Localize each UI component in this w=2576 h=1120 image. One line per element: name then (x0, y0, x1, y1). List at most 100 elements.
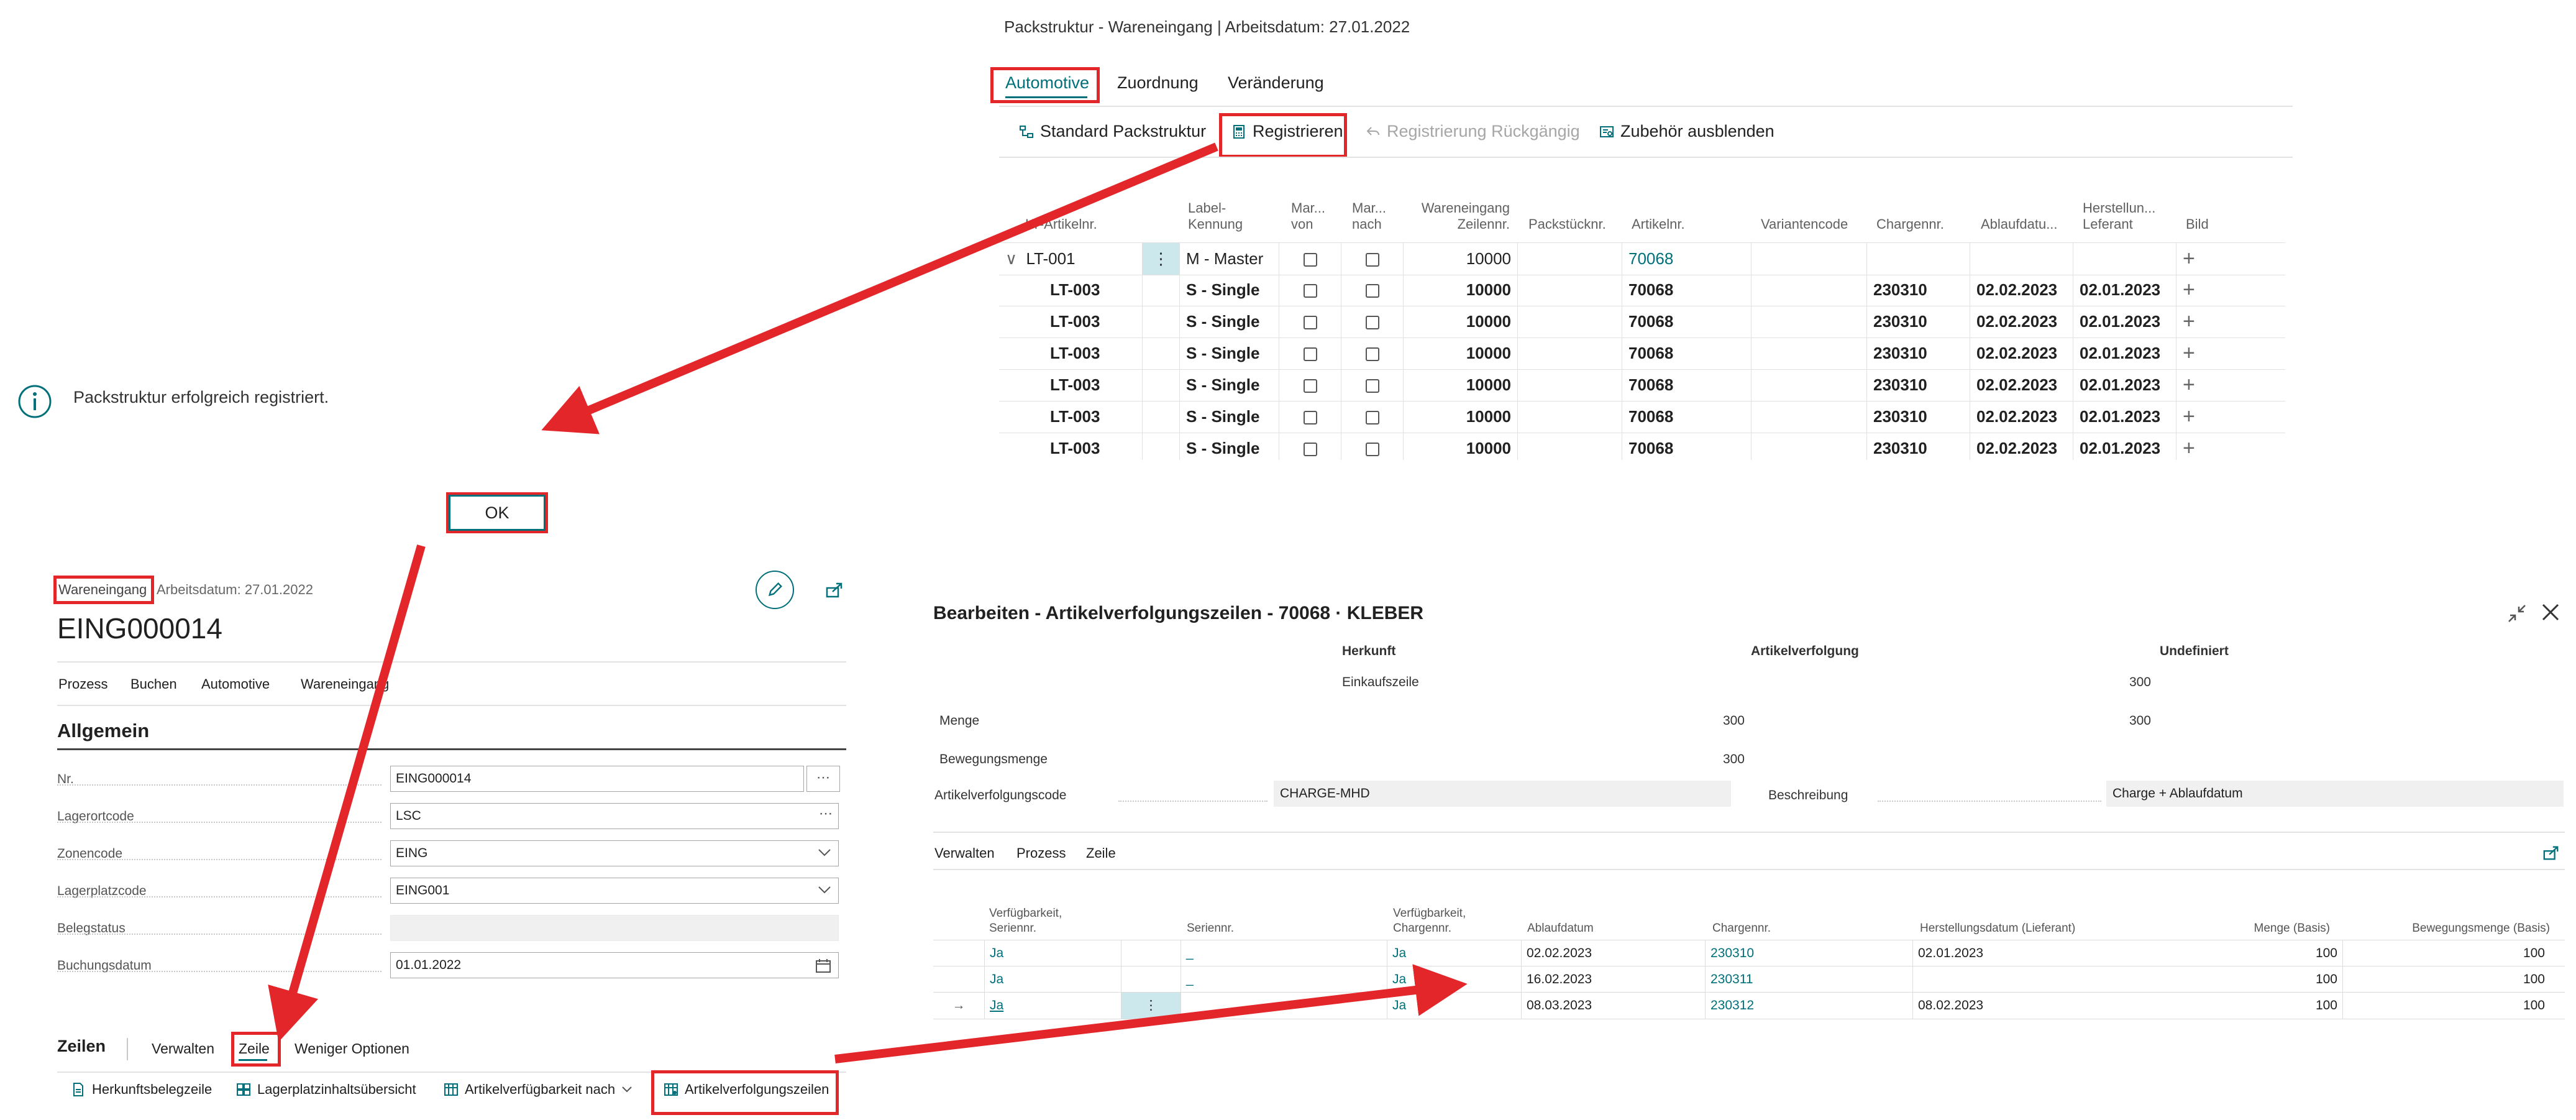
mark-from-checkbox[interactable] (1303, 253, 1317, 267)
lot-no-link[interactable]: 230311 (1705, 966, 1912, 993)
mfg-date[interactable]: 02.01.2023 (2073, 433, 2176, 460)
collapse-icon[interactable] (2506, 603, 2528, 624)
move-qty-base[interactable]: 100 (2342, 993, 2550, 1019)
lot-no[interactable]: 230310 (1866, 337, 1970, 369)
package-no[interactable] (1517, 369, 1622, 401)
package-no[interactable] (1517, 401, 1622, 433)
col-header-image[interactable]: Bild (2186, 216, 2209, 232)
receipt-line-no[interactable]: 10000 (1403, 243, 1517, 275)
lot-no[interactable]: 230310 (1866, 274, 1970, 306)
col-header-move-qty-base[interactable]: Bewegungsmenge (Basis) (2342, 921, 2550, 936)
lot-no[interactable]: 230310 (1866, 433, 1970, 460)
close-icon[interactable] (2540, 602, 2561, 623)
variant-code[interactable] (1751, 306, 1866, 337)
label-code[interactable]: S - Single (1179, 369, 1279, 401)
expiry-date[interactable]: 02.02.2023 (1970, 306, 2073, 337)
mark-to-checkbox[interactable] (1365, 443, 1379, 457)
add-image-icon[interactable]: + (2183, 341, 2195, 365)
col-header-package[interactable]: Packstücknr. (1528, 216, 1606, 232)
mfg-date[interactable]: 02.01.2023 (2073, 369, 2176, 401)
lot-no[interactable]: 230310 (1866, 306, 1970, 337)
expiry-date[interactable]: 02.02.2023 (1521, 940, 1705, 966)
table-row[interactable]: LT-003 S - Single 10000 70068 230310 02.02.20… (999, 306, 2285, 338)
hide-accessories-button[interactable]: Zubehör ausblenden (1599, 122, 1774, 141)
qty-base[interactable]: 100 (2180, 940, 2342, 966)
package-no[interactable] (1517, 337, 1622, 369)
variant-code[interactable] (1751, 243, 1866, 275)
qty-base[interactable]: 100 (2180, 993, 2342, 1019)
receipt-line-no[interactable]: 10000 (1403, 306, 1517, 337)
variant-code[interactable] (1751, 337, 1866, 369)
lot-no[interactable] (1866, 243, 1970, 275)
move-qty-base[interactable]: 100 (2342, 966, 2550, 993)
mfg-date[interactable]: 08.02.2023 (1912, 993, 2180, 1019)
bin-code-select[interactable]: EING001 (390, 878, 839, 904)
mark-from-checkbox[interactable] (1303, 347, 1317, 362)
item-no[interactable]: 70068 (1622, 337, 1751, 369)
label-code[interactable]: S - Single (1179, 306, 1279, 337)
item-no[interactable]: 70068 (1622, 369, 1751, 401)
table-row[interactable]: Ja _ Ja 16.02.2023 230311 100 100 (933, 966, 2565, 993)
bin-contents-button[interactable]: Lagerplatzinhaltsübersicht (236, 1081, 416, 1098)
collapse-icon[interactable]: ∨ (1005, 249, 1017, 268)
mark-from-checkbox[interactable] (1303, 379, 1317, 393)
mark-to-checkbox[interactable] (1365, 347, 1379, 362)
chevron-down-icon[interactable] (818, 848, 831, 858)
avail-serial-link[interactable]: Ja (984, 940, 1121, 966)
mark-to-checkbox[interactable] (1365, 379, 1379, 393)
standard-packstruktur-button[interactable]: Standard Packstruktur (1019, 122, 1206, 141)
lot-no-link[interactable]: 230312 (1705, 993, 1912, 1019)
package-no[interactable] (1517, 433, 1622, 460)
mark-from-checkbox[interactable] (1303, 316, 1317, 330)
col-header-mark-to[interactable]: Mar... nach (1352, 200, 1386, 232)
avail-lot-link[interactable]: Ja (1387, 993, 1521, 1019)
edit-button[interactable] (756, 571, 794, 609)
col-header-mfg-date[interactable]: Herstellungsdatum (Lieferant) (1920, 921, 2075, 936)
receipt-line-no[interactable]: 10000 (1403, 433, 1517, 460)
add-image-icon[interactable]: + (2183, 436, 2195, 460)
mfg-date[interactable]: 02.01.2023 (2073, 401, 2176, 433)
receipt-line-no[interactable]: 10000 (1403, 401, 1517, 433)
serial-no[interactable]: _ (1181, 966, 1387, 993)
col-header-lot[interactable]: Chargennr. (1876, 216, 1944, 232)
col-header-expiry[interactable]: Ablaufdatu... (1981, 216, 2058, 232)
expiry-date[interactable]: 02.02.2023 (1970, 337, 2073, 369)
lot-no-link[interactable]: 230310 (1705, 940, 1912, 966)
col-header-mfg[interactable]: Herstellun... Leferant (2083, 200, 2155, 232)
posting-date-field[interactable]: 01.01.2022 (390, 952, 839, 978)
table-row[interactable]: Ja _ Ja 02.02.2023 230310 02.01.2023 100… (933, 940, 2565, 966)
variant-code[interactable] (1751, 401, 1866, 433)
col-header-avail-lot[interactable]: Verfügbarkeit, Chargennr. (1393, 906, 1466, 936)
mfg-date[interactable] (2073, 243, 2176, 275)
undo-registration-button[interactable]: Registrierung Rückgängig (1366, 122, 1580, 141)
receipt-line-no[interactable]: 10000 (1403, 274, 1517, 306)
col-header-lot[interactable]: Chargennr. (1712, 921, 1771, 936)
mfg-date[interactable]: 02.01.2023 (2073, 306, 2176, 337)
mark-to-checkbox[interactable] (1365, 284, 1379, 298)
menu-prozess[interactable]: Prozess (58, 676, 107, 692)
expiry-date[interactable]: 02.02.2023 (1970, 401, 2073, 433)
calendar-icon[interactable] (815, 958, 831, 973)
table-row[interactable]: LT-003 S - Single 10000 70068 230310 02.02.20… (999, 337, 2285, 370)
mark-to-checkbox[interactable] (1365, 411, 1379, 425)
table-row[interactable]: ∨ LT-001 ⋮ M - Master 10000 70068 + (999, 242, 2285, 275)
move-qty-base[interactable]: 100 (2342, 940, 2550, 966)
package-no[interactable] (1517, 274, 1622, 306)
row-menu-icon[interactable]: ⋮ (1121, 993, 1181, 1019)
col-header-expiry[interactable]: Ablaufdatum (1527, 921, 1594, 936)
expiry-date[interactable]: 02.02.2023 (1970, 433, 2073, 460)
lines-tab-manage[interactable]: Verwalten (152, 1040, 214, 1057)
label-code[interactable]: M - Master (1179, 243, 1279, 275)
table-row[interactable]: LT-003 S - Single 10000 70068 230310 02.02.20… (999, 274, 2285, 306)
item-no[interactable]: 70068 (1622, 274, 1751, 306)
col-header-lt[interactable]: LT-Artikelnr. (1025, 216, 1097, 232)
table-row[interactable]: LT-003 S - Single 10000 70068 230310 02.02.20… (999, 433, 2285, 460)
add-image-icon[interactable]: + (2183, 278, 2195, 301)
col-header-mark-from[interactable]: Mar... von (1291, 200, 1325, 232)
qty-base[interactable]: 100 (2180, 966, 2342, 993)
label-code[interactable]: S - Single (1179, 433, 1279, 460)
col-header-avail-serial[interactable]: Verfügbarkeit, Seriennr. (989, 906, 1062, 936)
expiry-date[interactable] (1970, 243, 2073, 275)
mark-to-checkbox[interactable] (1365, 316, 1379, 330)
package-no[interactable] (1517, 306, 1622, 337)
